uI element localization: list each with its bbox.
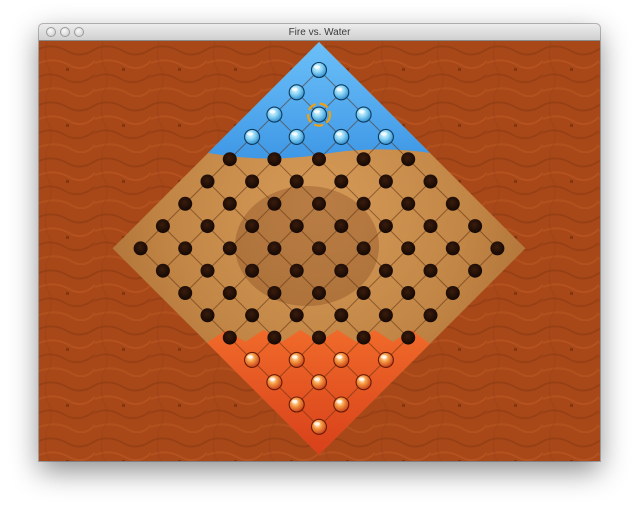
board-hole[interactable] <box>178 286 193 300</box>
board-hole[interactable] <box>245 308 260 323</box>
board-hole[interactable] <box>378 263 393 278</box>
water-piece[interactable] <box>288 128 305 145</box>
board-hole[interactable] <box>155 219 170 234</box>
board-hole[interactable] <box>468 219 483 234</box>
board-hole[interactable] <box>200 174 215 189</box>
board-hole[interactable] <box>356 330 371 345</box>
board-hole[interactable] <box>445 241 460 256</box>
board-hole[interactable] <box>468 263 483 278</box>
board-hole[interactable] <box>178 241 193 256</box>
board-hole[interactable] <box>378 219 393 234</box>
title-bar[interactable]: Fire vs. Water <box>39 24 600 41</box>
board-hole[interactable] <box>200 219 215 234</box>
board-hole[interactable] <box>312 152 326 167</box>
board-hole[interactable] <box>267 330 282 345</box>
board-hole[interactable] <box>423 263 438 278</box>
board-hole[interactable] <box>200 263 215 278</box>
fire-piece[interactable] <box>310 374 328 391</box>
board-hole[interactable] <box>155 263 170 278</box>
board-hole[interactable] <box>289 263 304 278</box>
fire-piece[interactable] <box>310 418 328 435</box>
board-hole[interactable] <box>222 330 237 345</box>
fire-piece[interactable] <box>266 374 283 391</box>
board-hole[interactable] <box>222 241 237 256</box>
fire-piece[interactable] <box>244 351 261 368</box>
board-hole[interactable] <box>289 308 304 323</box>
board-hole[interactable] <box>312 286 326 300</box>
board-hole[interactable] <box>312 330 326 345</box>
water-piece[interactable] <box>377 128 394 145</box>
board-hole[interactable] <box>401 330 416 345</box>
fire-piece[interactable] <box>333 351 350 368</box>
water-piece[interactable] <box>310 61 328 79</box>
board-hole[interactable] <box>267 286 282 300</box>
board-hole[interactable] <box>334 219 349 234</box>
board-hole[interactable] <box>245 263 260 278</box>
board-hole[interactable] <box>222 196 237 211</box>
board-hole[interactable] <box>356 241 371 256</box>
board-hole[interactable] <box>423 308 438 323</box>
board-hole[interactable] <box>445 286 460 300</box>
board-hole[interactable] <box>222 286 237 300</box>
fire-piece[interactable] <box>288 396 305 413</box>
board-hole[interactable] <box>267 152 282 167</box>
board-hole[interactable] <box>445 196 460 211</box>
board-hole[interactable] <box>245 174 260 189</box>
board-hole[interactable] <box>334 174 349 189</box>
water-piece[interactable] <box>333 128 350 145</box>
board-hole[interactable] <box>334 308 349 323</box>
fire-piece[interactable] <box>377 351 394 368</box>
board-hole[interactable] <box>401 196 416 211</box>
board-hole[interactable] <box>401 241 416 256</box>
board-hole[interactable] <box>178 196 193 211</box>
fire-piece[interactable] <box>288 351 305 368</box>
window-title: Fire vs. Water <box>288 27 351 38</box>
board-hole[interactable] <box>423 219 438 234</box>
board-hole[interactable] <box>378 308 393 323</box>
board-hole[interactable] <box>245 219 260 234</box>
board-hole[interactable] <box>378 174 393 189</box>
water-piece[interactable] <box>310 106 328 123</box>
water-piece[interactable] <box>288 84 305 101</box>
app-window: Fire vs. Water <box>39 24 600 461</box>
board-hole[interactable] <box>312 241 326 256</box>
fire-piece[interactable] <box>355 374 372 391</box>
board-hole[interactable] <box>289 174 304 189</box>
board-hole[interactable] <box>490 241 505 256</box>
board-hole[interactable] <box>200 308 215 323</box>
board-hole[interactable] <box>356 152 371 167</box>
board-hole[interactable] <box>356 196 371 211</box>
water-piece[interactable] <box>266 106 283 123</box>
board-hole[interactable] <box>267 196 282 211</box>
board-hole[interactable] <box>401 152 416 167</box>
fire-piece[interactable] <box>333 396 350 413</box>
board-hole[interactable] <box>289 219 304 234</box>
board-hole[interactable] <box>334 263 349 278</box>
water-piece[interactable] <box>333 84 350 101</box>
board-hole[interactable] <box>423 174 438 189</box>
board-hole[interactable] <box>222 152 237 167</box>
water-piece[interactable] <box>355 106 372 123</box>
game-area[interactable] <box>39 41 600 461</box>
game-canvas[interactable] <box>39 41 600 461</box>
water-piece[interactable] <box>244 128 261 145</box>
board-hole[interactable] <box>312 196 326 211</box>
board-hole[interactable] <box>267 241 282 256</box>
board-hole[interactable] <box>356 286 371 300</box>
board-hole[interactable] <box>133 241 148 256</box>
board-hole[interactable] <box>401 286 416 300</box>
